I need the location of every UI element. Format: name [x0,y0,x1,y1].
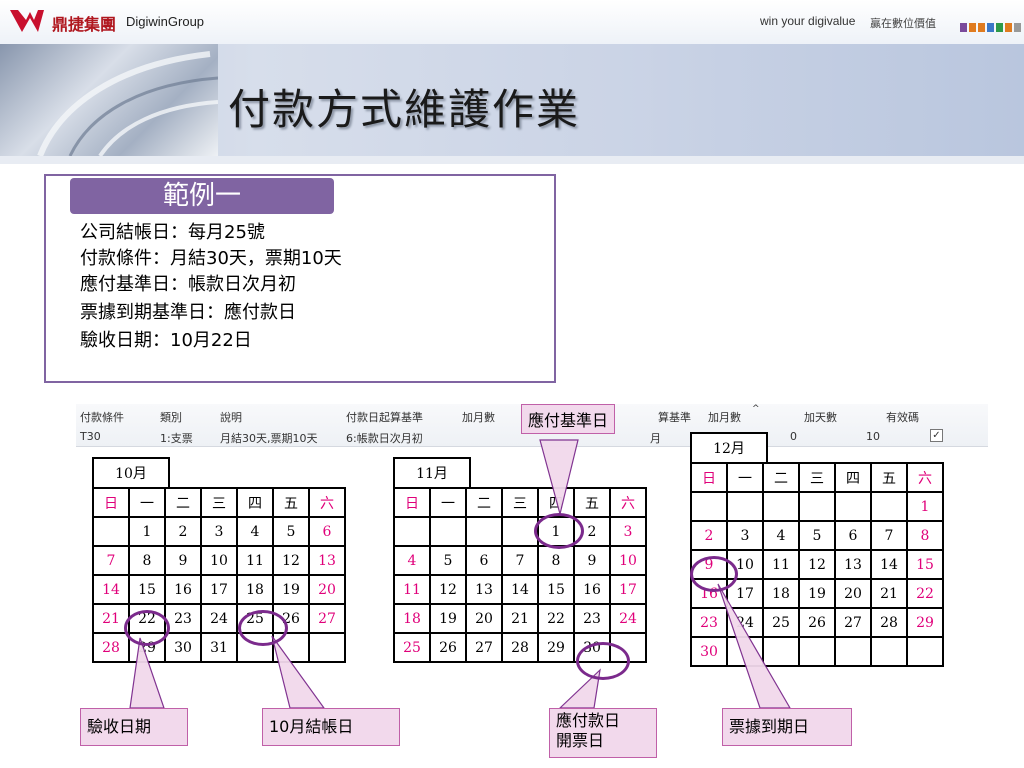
callout-connectors [129,439,792,709]
highlight-oct-25 [238,610,288,646]
callout-due-date: 票據到期日 [722,708,852,746]
highlight-oct-22 [124,610,170,646]
highlight-dec-9 [690,556,738,592]
highlight-nov-30 [576,642,630,680]
callout-payment-line1: 應付款日 [556,711,621,730]
callout-payment-line2: 開票日 [556,731,605,750]
callout-payable-base: 應付基準日 [521,404,616,434]
callout-closing: 10月結帳日 [262,708,400,746]
callout-acceptance: 驗收日期 [80,708,188,746]
callout-payment-date: 應付款日 開票日 [549,708,657,758]
highlight-nov-1 [534,513,584,549]
